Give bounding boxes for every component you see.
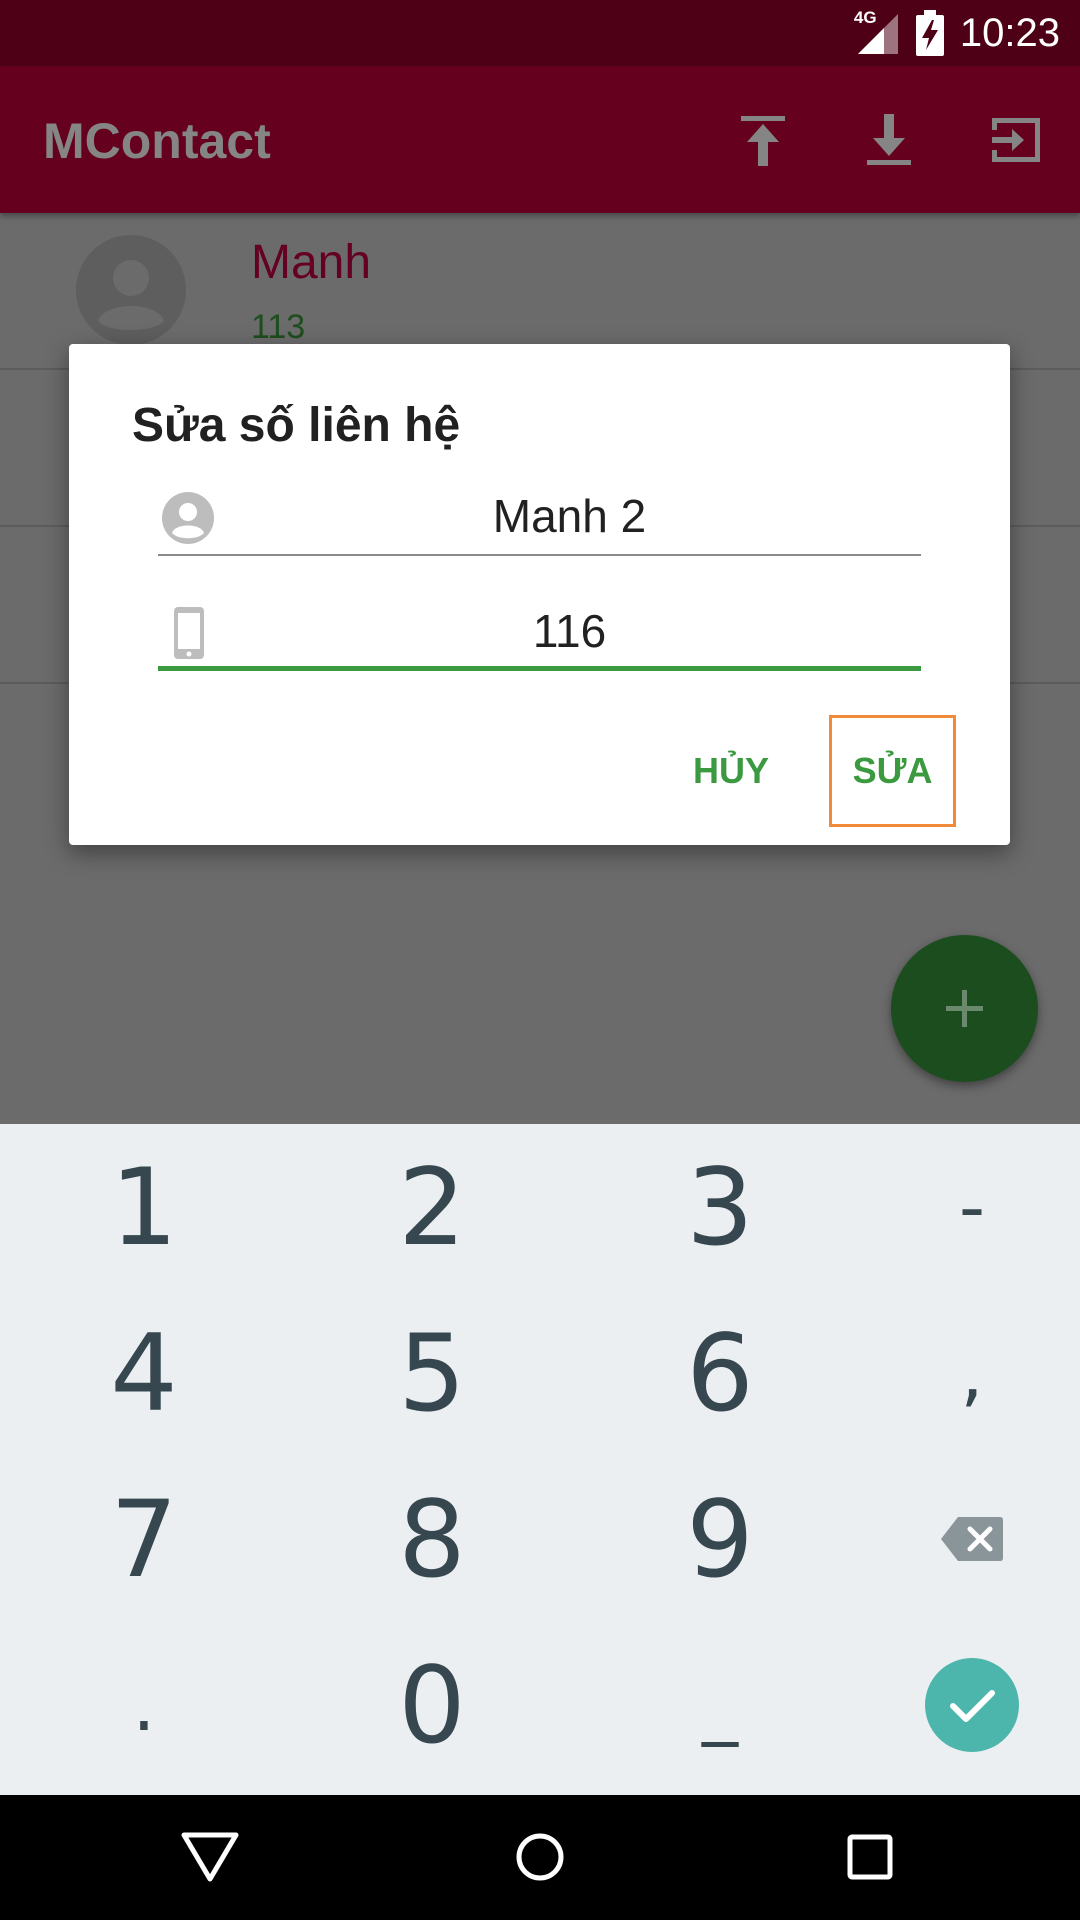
key-6[interactable]: 6 xyxy=(585,1290,855,1456)
edit-button[interactable]: SỬA xyxy=(829,715,956,827)
key-4[interactable]: 4 xyxy=(9,1290,279,1456)
name-input[interactable]: Manh 2 xyxy=(218,484,921,548)
clock: 10:23 xyxy=(959,10,1060,55)
checkmark-icon xyxy=(925,1658,1019,1752)
contact-name: Manh xyxy=(251,236,372,289)
phone-icon xyxy=(174,607,204,659)
logout-icon[interactable] xyxy=(986,110,1046,170)
key-3[interactable]: 3 xyxy=(585,1124,855,1290)
key-comma[interactable]: , xyxy=(837,1290,1080,1456)
backspace-icon xyxy=(941,1517,1003,1561)
cancel-button[interactable]: HỦY xyxy=(656,715,806,827)
status-icons: 4G 10:23 xyxy=(854,0,1060,66)
edit-contact-dialog: Sửa số liên hệ Manh 2 116 HỦY SỬA xyxy=(69,344,1010,845)
app-bar: MContact xyxy=(0,66,1080,213)
key-8[interactable]: 8 xyxy=(297,1456,567,1622)
screen: 4G 10:23 MContact Manh 113 Sửa số liên h… xyxy=(0,0,1080,1920)
key-7[interactable]: 7 xyxy=(9,1456,279,1622)
phone-field[interactable]: 116 xyxy=(158,599,921,671)
key-1[interactable]: 1 xyxy=(9,1124,279,1290)
dialog-title: Sửa số liên hệ xyxy=(132,399,461,452)
key-underscore[interactable]: _ xyxy=(585,1622,855,1788)
numeric-keyboard: 1 2 3 - 4 5 6 , 7 8 9 . 0 _ xyxy=(0,1124,1080,1795)
app-title: MContact xyxy=(43,113,271,169)
key-9[interactable]: 9 xyxy=(585,1456,855,1622)
avatar-icon xyxy=(76,235,186,345)
back-triangle-icon[interactable] xyxy=(170,1817,250,1897)
phone-input[interactable]: 116 xyxy=(218,599,921,663)
status-bar: 4G 10:23 xyxy=(0,0,1080,66)
recents-square-icon[interactable] xyxy=(830,1817,910,1897)
name-field[interactable]: Manh 2 xyxy=(158,484,921,556)
battery-charging-icon xyxy=(915,10,944,56)
signal-icon: 4G xyxy=(854,8,900,56)
download-icon[interactable] xyxy=(859,110,919,170)
upload-icon[interactable] xyxy=(733,110,793,170)
home-circle-icon[interactable] xyxy=(500,1817,580,1897)
key-0[interactable]: 0 xyxy=(297,1622,567,1788)
navigation-bar xyxy=(0,1795,1080,1920)
key-2[interactable]: 2 xyxy=(297,1124,567,1290)
key-period[interactable]: . xyxy=(9,1622,279,1788)
backspace-key[interactable] xyxy=(837,1456,1080,1622)
key-5[interactable]: 5 xyxy=(297,1290,567,1456)
plus-icon xyxy=(946,990,983,1027)
done-key[interactable] xyxy=(837,1622,1080,1788)
contact-phone: 113 xyxy=(251,308,306,346)
key-dash[interactable]: - xyxy=(837,1124,1080,1290)
add-contact-button[interactable] xyxy=(891,935,1038,1082)
person-icon xyxy=(162,492,214,544)
